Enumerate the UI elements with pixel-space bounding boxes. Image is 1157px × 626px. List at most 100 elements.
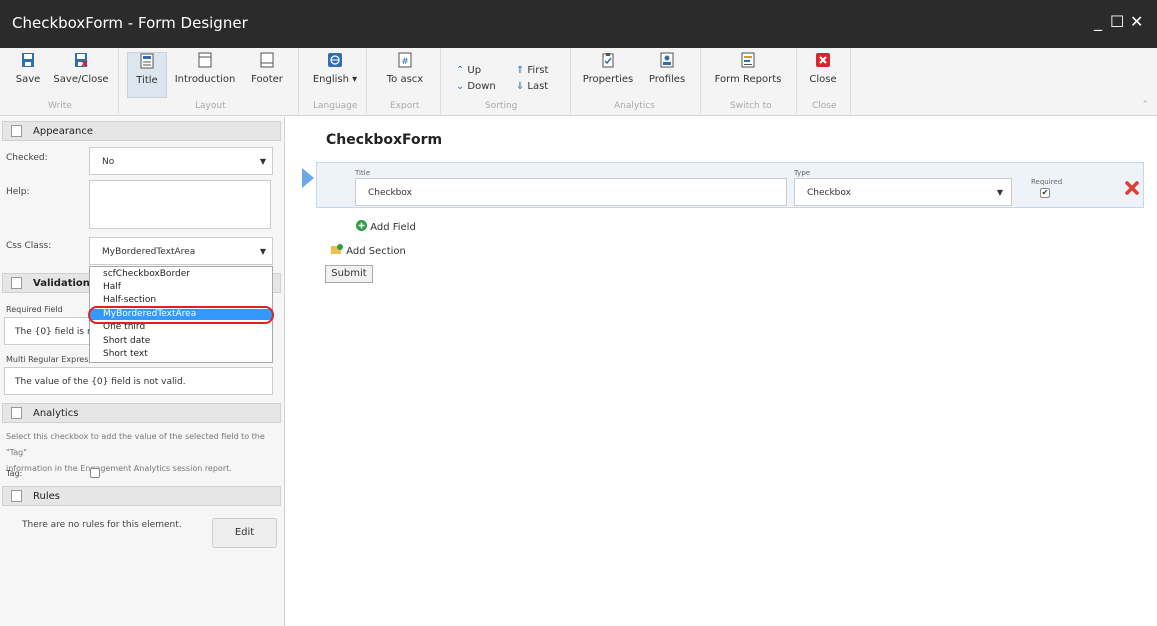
footer-page-icon [260, 52, 274, 68]
profile-icon [660, 52, 674, 68]
maximize-button[interactable]: ☐ [1110, 12, 1124, 31]
analytics-title: Analytics [33, 408, 79, 419]
add-field-label: Add Field [370, 222, 416, 233]
last-label: Last [527, 81, 549, 92]
globe-icon [328, 53, 342, 67]
css-class-option[interactable]: Half [90, 282, 272, 293]
footer-label: Footer [251, 74, 283, 85]
clipboard-icon [602, 53, 614, 68]
minimize-button[interactable]: _ [1094, 12, 1102, 31]
multi-regex-label: Multi Regular Express [6, 355, 93, 364]
css-class-value: MyBorderedTextArea [102, 247, 196, 257]
add-section-icon [331, 244, 343, 254]
up-label: Up [467, 65, 482, 76]
profiles-label: Profiles [648, 74, 686, 85]
rules-section-header[interactable]: Rules [2, 486, 281, 506]
css-class-option[interactable]: Short date [90, 336, 272, 347]
multi-regex-message[interactable]: The value of the {0} field is not valid. [4, 367, 273, 395]
ribbon-separator [440, 48, 441, 114]
css-class-select[interactable]: MyBorderedTextArea ▼ [89, 237, 273, 265]
introduction-button[interactable]: Introduction [174, 52, 236, 98]
css-class-option[interactable]: Short text [90, 349, 272, 360]
add-field-link[interactable]: Add Field [356, 220, 416, 233]
ribbon-toolbar: Save Save/Close Write Title Introduction… [0, 48, 1157, 116]
save-close-label: Save/Close [53, 74, 109, 85]
group-export-label: Export [390, 101, 420, 111]
ribbon-separator [796, 48, 797, 114]
rules-empty-text: There are no rules for this element. [22, 520, 182, 530]
title-page-icon [140, 53, 154, 69]
css-class-option[interactable]: scfCheckboxBorder [90, 269, 272, 280]
group-switch-label: Switch to [730, 101, 772, 111]
language-dropdown[interactable]: English ▾ [310, 52, 360, 98]
checked-select[interactable]: No ▼ [89, 147, 273, 175]
move-up-button[interactable]: ⌃ Up [456, 65, 481, 76]
field-row[interactable]: Title Checkbox Type Checkbox ▼ Required … [316, 162, 1144, 208]
field-type-select[interactable]: Checkbox ▼ [794, 178, 1012, 206]
appearance-section-header[interactable]: Appearance [2, 121, 281, 141]
profiles-button[interactable]: Profiles [646, 52, 688, 98]
section-icon [11, 407, 22, 419]
properties-label: Properties [582, 74, 634, 85]
rules-title: Rules [33, 491, 60, 502]
section-icon [11, 125, 22, 137]
save-label: Save [15, 74, 41, 85]
group-sorting-label: Sorting [485, 101, 518, 111]
properties-button[interactable]: Properties [580, 52, 636, 98]
move-last-button[interactable]: ⇓ Last [516, 81, 548, 92]
checked-label: Checked: [6, 153, 48, 163]
move-down-button[interactable]: ⌄ Down [456, 81, 496, 92]
appearance-title: Appearance [33, 126, 94, 137]
tag-label: Tag: [6, 469, 23, 478]
form-reports-button[interactable]: Form Reports [712, 52, 784, 98]
close-designer-button[interactable]: Close [805, 52, 841, 98]
field-type-label: Type [794, 169, 811, 177]
chevron-down-icon: ▼ [259, 157, 266, 166]
delete-field-icon[interactable] [1125, 181, 1139, 195]
help-label: Help: [6, 187, 30, 197]
edit-rules-button[interactable]: Edit [212, 518, 277, 548]
save-button[interactable]: Save [10, 52, 46, 98]
close-window-button[interactable]: ✕ [1130, 12, 1143, 31]
to-ascx-button[interactable]: # To ascx [383, 52, 427, 98]
collapse-ribbon-icon[interactable]: ⌃ [1141, 100, 1149, 110]
analytics-help-line: Select this checkbox to add the value of… [6, 432, 265, 457]
chevron-down-icon: ⌄ [456, 81, 465, 92]
submit-button[interactable]: Submit [325, 265, 373, 283]
save-close-button[interactable]: Save/Close [52, 52, 110, 98]
footer-button[interactable]: Footer [248, 52, 286, 98]
introduction-label: Introduction [174, 74, 236, 85]
to-ascx-label: To ascx [386, 74, 424, 85]
ribbon-separator [700, 48, 701, 114]
title-label: Title [136, 75, 158, 86]
save-icon [22, 53, 34, 67]
tag-checkbox[interactable] [90, 468, 100, 478]
css-class-option-selected[interactable]: MyBorderedTextArea [90, 309, 272, 320]
analytics-section-header[interactable]: Analytics [2, 403, 281, 423]
chevron-down-icon: ▼ [996, 188, 1003, 197]
add-section-link[interactable]: Add Section [331, 244, 406, 257]
window-title-bar: CheckboxForm - Form Designer _ ☐ ✕ [0, 0, 1157, 48]
introduction-page-icon [198, 52, 212, 68]
add-section-label: Add Section [346, 246, 406, 257]
css-class-label: Css Class: [6, 241, 52, 251]
ribbon-separator [366, 48, 367, 114]
required-label: Required [1031, 178, 1063, 186]
required-checkbox[interactable]: ✔ [1040, 188, 1050, 198]
save-close-icon [75, 53, 88, 67]
field-title-input[interactable]: Checkbox [355, 178, 787, 206]
section-icon [11, 490, 22, 502]
form-title: CheckboxForm [326, 132, 443, 148]
first-label: First [527, 65, 549, 76]
checked-value: No [102, 157, 115, 167]
field-type-value: Checkbox [807, 188, 851, 198]
title-layout-button[interactable]: Title [127, 52, 167, 98]
css-class-option[interactable]: One third [90, 322, 272, 333]
move-first-button[interactable]: ⇑ First [516, 65, 548, 76]
help-textarea[interactable] [89, 180, 271, 229]
form-reports-label: Form Reports [714, 74, 782, 85]
code-file-icon: # [398, 52, 412, 68]
field-title-label: Title [355, 169, 371, 177]
css-class-option[interactable]: Half-section [90, 295, 272, 306]
chevron-up-icon: ⌃ [456, 65, 465, 76]
